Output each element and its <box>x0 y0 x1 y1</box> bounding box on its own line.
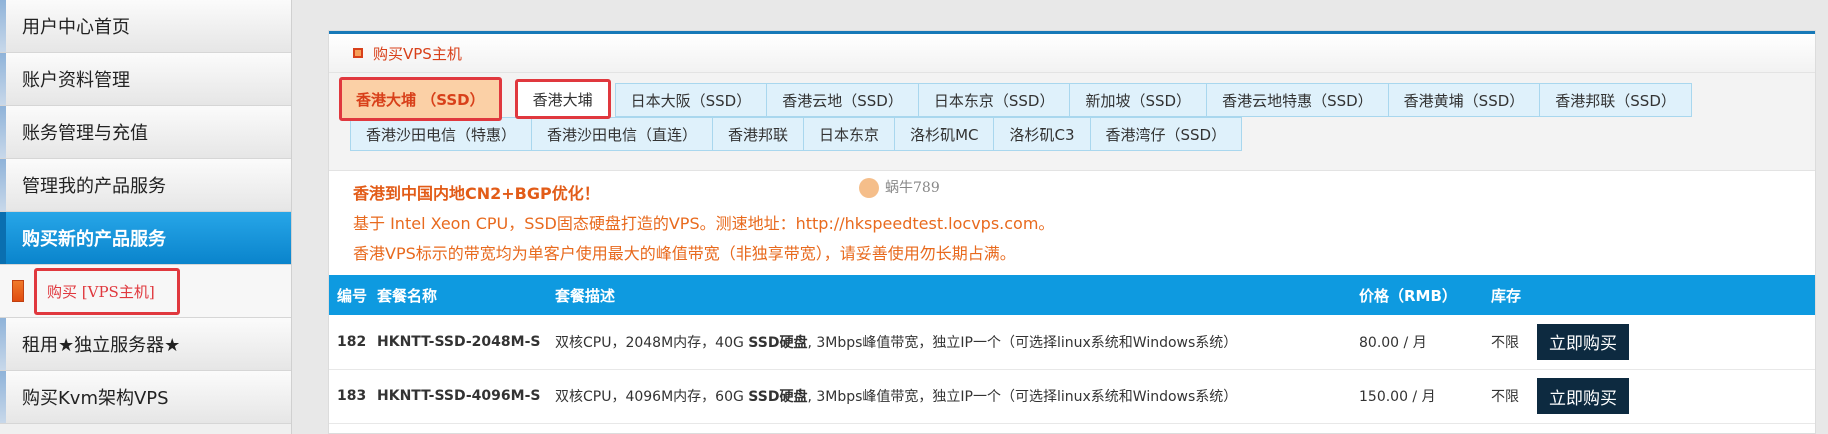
note-cpu-info: 基于 Intel Xeon CPU，SSD固态硬盘打造的VPS。测速地址：htt… <box>353 214 1055 233</box>
sidebar-item-buy-kvm-vps[interactable]: 购买Kvm架构VPS <box>0 371 291 424</box>
tab-hk-cloud-special-ssd[interactable]: 香港云地特惠（SSD） <box>1206 83 1389 117</box>
plan-stock: 不限 <box>1491 334 1519 351</box>
sidebar-subitem-label[interactable]: 购买 [VPS主机] <box>34 267 180 315</box>
header-price: 价格（RMB） <box>1359 286 1457 305</box>
note-bandwidth: 香港VPS标示的带宽均为单客户使用最大的峰值带宽（非独享带宽），请妥善使用勿长期… <box>353 244 1016 263</box>
watermark: 蜗牛789 <box>859 177 940 198</box>
plan-price: 150.00 / 月 <box>1359 389 1436 405</box>
sidebar-item-label: 管理我的产品服务 <box>22 176 166 197</box>
sidebar-item-account-profile[interactable]: 账户资料管理 <box>0 53 291 106</box>
plan-code: 182 <box>337 333 367 350</box>
tab-hk-wanchai-ssd[interactable]: 香港湾仔（SSD） <box>1089 117 1243 151</box>
tab-hk-taipo-ssd[interactable]: 香港大埔 （SSD） <box>339 77 502 121</box>
table-header-row: 编号 套餐名称 套餐描述 价格（RMB） 库存 <box>329 275 1815 315</box>
region-tabs: 香港大埔 （SSD） 香港大埔 日本大阪（SSD） 香港云地（SSD） 日本东京… <box>329 73 1815 171</box>
sidebar-item-billing[interactable]: 账务管理与充值 <box>0 106 291 159</box>
tab-hk-banglian-ssd[interactable]: 香港邦联（SSD） <box>1539 83 1692 117</box>
plan-name: HKNTT-SSD-2048M-S <box>377 333 541 350</box>
sidebar-item-my-services[interactable]: 管理我的产品服务 <box>0 159 291 212</box>
snail-icon <box>859 178 879 198</box>
tab-japan-osaka-ssd[interactable]: 日本大阪（SSD） <box>614 83 768 117</box>
sidebar-item-home[interactable]: 用户中心首页 <box>0 0 291 53</box>
table-row: 183 HKNTT-SSD-4096M-S 双核CPU，4096M内存，60G … <box>329 369 1815 423</box>
bullet-icon <box>12 280 24 302</box>
header-code: 编号 <box>337 286 368 305</box>
sidebar-subitem-buy-vps[interactable]: 购买 [VPS主机] <box>0 265 291 318</box>
product-notes: 香港到中国内地CN2+BGP优化！ 基于 Intel Xeon CPU，SSD固… <box>329 171 1815 275</box>
note-headline: 香港到中国内地CN2+BGP优化！ <box>353 184 600 203</box>
square-bullet-icon <box>353 48 363 58</box>
sidebar-item-dedicated-server[interactable]: 租用★独立服务器★ <box>0 318 291 371</box>
sidebar-item-label: 账务管理与充值 <box>22 123 148 144</box>
main-panel: 购买VPS主机 香港大埔 （SSD） 香港大埔 日本大阪（SSD） 香港云地（S… <box>328 30 1816 434</box>
plan-desc: 双核CPU，4096M内存，60G SSD硬盘, 3Mbps峰值带宽，独立IP一… <box>555 389 1238 405</box>
sidebar: 用户中心首页 账户资料管理 账务管理与充值 管理我的产品服务 购买新的产品服务 … <box>0 0 292 434</box>
tab-hk-shatin-telecom-direct[interactable]: 香港沙田电信（直连） <box>531 117 714 151</box>
tab-hk-banglian[interactable]: 香港邦联 <box>712 117 805 151</box>
sidebar-item-label: 用户中心首页 <box>22 17 130 38</box>
panel-header: 购买VPS主机 <box>329 31 1815 73</box>
header-name: 套餐名称 <box>377 286 438 305</box>
table-row: 182 HKNTT-SSD-2048M-S 双核CPU，2048M内存，40G … <box>329 315 1815 369</box>
plans-table: 编号 套餐名称 套餐描述 价格（RMB） 库存 182 HKNTT-SSD-20… <box>329 275 1815 424</box>
tab-los-angeles-mc[interactable]: 洛杉矶MC <box>894 117 995 151</box>
plan-action: 立即购买 <box>1529 315 1815 369</box>
tab-hk-cloud-ssd[interactable]: 香港云地（SSD） <box>766 83 919 117</box>
plan-desc: 双核CPU，2048M内存，40G SSD硬盘, 3Mbps峰值带宽，独立IP一… <box>555 334 1238 351</box>
plan-stock: 不限 <box>1491 389 1519 405</box>
tab-japan-tokyo-ssd[interactable]: 日本东京（SSD） <box>917 83 1071 117</box>
tab-hk-whampoa-ssd[interactable]: 香港黄埔（SSD） <box>1387 83 1541 117</box>
header-action <box>1529 275 1815 315</box>
sidebar-item-buy-new[interactable]: 购买新的产品服务 <box>0 212 291 265</box>
buy-now-button[interactable]: 立即购买 <box>1537 323 1629 360</box>
plan-action: 立即购买 <box>1529 369 1815 423</box>
sidebar-item-label: 账户资料管理 <box>22 70 130 91</box>
plan-code: 183 <box>337 388 367 404</box>
tab-row-1: 香港大埔 （SSD） 香港大埔 日本大阪（SSD） 香港云地（SSD） 日本东京… <box>339 77 1805 121</box>
sidebar-item-label: 购买Kvm架构VPS <box>22 388 169 409</box>
tab-hk-shatin-telecom-special[interactable]: 香港沙田电信（特惠） <box>350 117 533 151</box>
plan-price: 80.00 / 月 <box>1359 334 1427 351</box>
page-title: 购买VPS主机 <box>373 44 462 63</box>
tab-singapore-ssd[interactable]: 新加坡（SSD） <box>1069 83 1208 117</box>
tab-los-angeles-c3[interactable]: 洛杉矶C3 <box>993 117 1091 151</box>
sidebar-item-label: 购买新的产品服务 <box>22 229 166 250</box>
tab-row-2: 香港沙田电信（特惠） 香港沙田电信（直连） 香港邦联 日本东京 洛杉矶MC 洛杉… <box>339 117 1805 151</box>
buy-now-button[interactable]: 立即购买 <box>1537 378 1629 414</box>
tab-hk-taipo[interactable]: 香港大埔 <box>514 79 611 119</box>
plan-name: HKNTT-SSD-4096M-S <box>377 388 541 404</box>
header-desc: 套餐描述 <box>555 286 616 305</box>
header-stock: 库存 <box>1491 286 1522 305</box>
sidebar-item-label: 租用★独立服务器★ <box>22 335 181 356</box>
tab-japan-tokyo[interactable]: 日本东京 <box>803 117 896 151</box>
